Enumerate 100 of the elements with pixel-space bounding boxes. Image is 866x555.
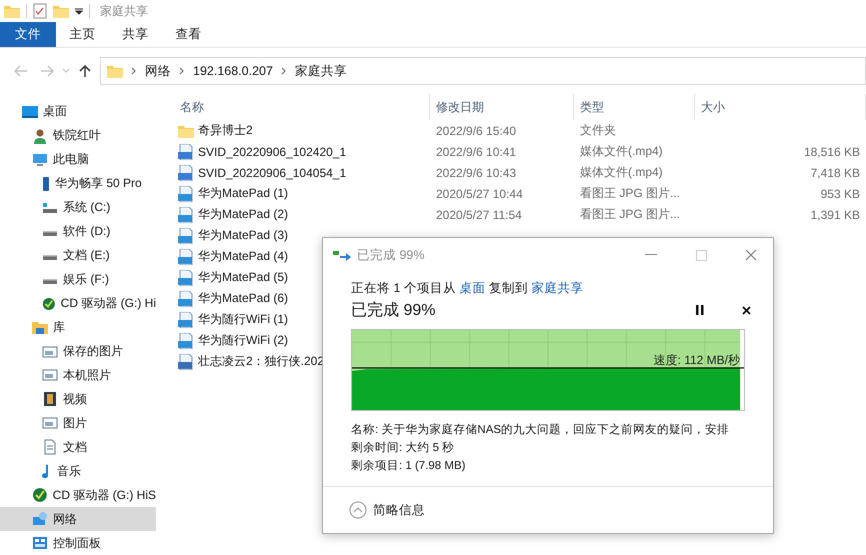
sidebar-item[interactable]: 库 <box>0 316 156 340</box>
target-link[interactable]: 家庭共享 <box>531 281 584 295</box>
date-cell-text: 2022/9/6 10:41 <box>435 144 518 160</box>
file-icon <box>178 144 194 160</box>
chevron-icon <box>280 67 287 75</box>
progress-heading: 已完成 99% <box>351 300 436 320</box>
checklist-icon[interactable] <box>33 3 47 19</box>
detail-text: 名称: 关于华为家庭存储NAS的九大问题，回应下之前网友的疑问，安排 <box>351 422 730 438</box>
sidebar-item[interactable]: CD 驱动器 (G:) HiS <box>0 483 156 508</box>
ribbon-tab[interactable]: 主页 <box>56 22 109 47</box>
sidebar-item[interactable]: 文档 (E:) <box>0 244 156 268</box>
column-header[interactable]: 类型 <box>574 94 695 120</box>
new-folder-icon <box>53 4 69 18</box>
sidebar-item[interactable]: 控制面板 <box>0 531 156 555</box>
sidebar-item[interactable]: 娱乐 (F:) <box>0 268 156 292</box>
size-cell-text: 953 KB <box>820 186 861 202</box>
dialog-title: 已完成 99% <box>357 246 426 264</box>
file-icon <box>178 312 194 328</box>
sidebar-item[interactable]: 桌面 <box>0 100 156 124</box>
sidebar-item[interactable]: 保存的图片 <box>0 340 156 364</box>
drive-icon <box>42 278 58 286</box>
folder-icon <box>178 124 194 138</box>
detail-text: 剩余项目: 1 (7.98 MB) <box>351 458 466 474</box>
library-icon <box>32 320 48 336</box>
file-name[interactable]: SVID_20220906_104054_1 <box>174 162 350 183</box>
sidebar-item[interactable]: 系统 (C:) <box>0 196 156 220</box>
pictures-icon <box>42 415 58 432</box>
drive-icon <box>42 230 58 238</box>
breadcrumb[interactable]: 家庭共享 <box>294 62 347 80</box>
column-header[interactable]: 名称 <box>174 94 430 120</box>
file-icon <box>178 270 194 286</box>
file-name[interactable]: 华为MatePad (2) <box>174 204 292 225</box>
drive-icon <box>42 254 58 262</box>
sidebar-item[interactable]: 铁院红叶 <box>0 124 156 148</box>
breadcrumb[interactable]: 网络 <box>145 62 171 80</box>
breadcrumb[interactable]: 192.168.0.207 <box>193 64 273 78</box>
file-icon <box>178 248 194 264</box>
chevron-icon <box>131 67 137 75</box>
network-icon <box>32 511 48 528</box>
ribbon-tab[interactable]: 查看 <box>162 22 215 47</box>
window-title: 家庭共享 <box>100 2 148 20</box>
file-name[interactable]: 奇异博士2 <box>174 120 257 141</box>
date-cell-text: 2020/5/27 11:54 <box>435 206 523 224</box>
copy-status-text: 正在将 1 个项目从 桌面 复制到 家庭共享 <box>351 280 584 297</box>
user-icon <box>32 128 48 144</box>
file-icon <box>178 332 194 348</box>
pictures-icon <box>42 344 58 360</box>
file-name[interactable]: 华为随行WiFi (1) <box>174 309 292 330</box>
pictures-icon <box>42 367 58 384</box>
column-header[interactable]: 大小 <box>695 94 866 120</box>
sidebar-item[interactable]: 软件 (D:) <box>0 220 156 244</box>
file-icon <box>178 354 194 370</box>
close-icon <box>742 306 750 314</box>
file-icon <box>178 290 194 306</box>
type-cell-text: 文件夹 <box>579 122 617 139</box>
speed-label: 速度: 112 MB/秒 <box>654 352 740 369</box>
ribbon-tab[interactable]: 文件 <box>0 22 56 47</box>
address-bar[interactable]: 网络 192.168.0.207 家庭共享 <box>100 57 866 85</box>
detail-text: 剩余时间: 大约 5 秒 <box>351 440 456 456</box>
date-cell-text: 2022/9/6 15:40 <box>435 122 518 140</box>
dropdown-icon[interactable] <box>75 7 83 15</box>
sidebar-item[interactable]: 本机照片 <box>0 363 156 388</box>
sidebar-item[interactable]: 音乐 <box>0 459 156 484</box>
details-toggle[interactable]: 简略信息 <box>349 501 425 519</box>
folder-icon <box>4 4 20 18</box>
sidebar-item[interactable]: 网络 <box>0 507 156 532</box>
ribbon-tab[interactable]: 共享 <box>109 22 162 47</box>
file-name[interactable]: 华为MatePad (1) <box>174 183 292 204</box>
sidebar-item[interactable]: 华为畅享 50 Pro <box>0 172 156 196</box>
network-folder-icon <box>107 64 123 78</box>
file-name[interactable]: 华为MatePad (5) <box>174 267 292 288</box>
type-cell-text: 看图王 JPG 图片... <box>579 206 682 223</box>
source-link[interactable]: 桌面 <box>459 281 486 295</box>
file-name[interactable]: 华为随行WiFi (2) <box>174 330 292 351</box>
size-cell-text: 18,516 KB <box>802 144 861 160</box>
disc-icon <box>32 487 48 504</box>
desktop-icon <box>22 104 38 120</box>
chevron-icon <box>179 67 185 75</box>
date-cell-text: 2022/9/6 10:43 <box>435 164 518 182</box>
sidebar-item[interactable]: 图片 <box>0 411 156 436</box>
control-panel-icon <box>32 535 48 552</box>
file-name[interactable]: 华为MatePad (3) <box>174 225 292 246</box>
sidebar-item[interactable]: 视频 <box>0 387 156 412</box>
file-icon <box>178 186 194 202</box>
disc-icon <box>42 296 56 312</box>
file-name[interactable]: SVID_20220906_102420_1 <box>174 141 350 162</box>
sidebar-item[interactable]: CD 驱动器 (G:) Hi <box>0 292 156 316</box>
type-cell-text: 看图王 JPG 图片... <box>579 185 682 202</box>
column-header[interactable]: 修改日期 <box>430 94 574 120</box>
type-cell-text: 媒体文件(.mp4) <box>579 164 664 181</box>
sidebar-item[interactable]: 此电脑 <box>0 148 156 172</box>
file-name[interactable]: 华为MatePad (6) <box>174 288 292 309</box>
caret-icon[interactable] <box>62 68 70 74</box>
file-name[interactable]: 华为MatePad (4) <box>174 246 292 267</box>
sidebar-item[interactable]: 文档 <box>0 435 156 460</box>
pause-icon <box>696 305 704 315</box>
film-icon <box>42 391 58 408</box>
size-cell-text: 7,418 KB <box>810 164 861 182</box>
file-icon <box>178 228 194 244</box>
size-cell-text: 1,391 KB <box>810 206 861 224</box>
